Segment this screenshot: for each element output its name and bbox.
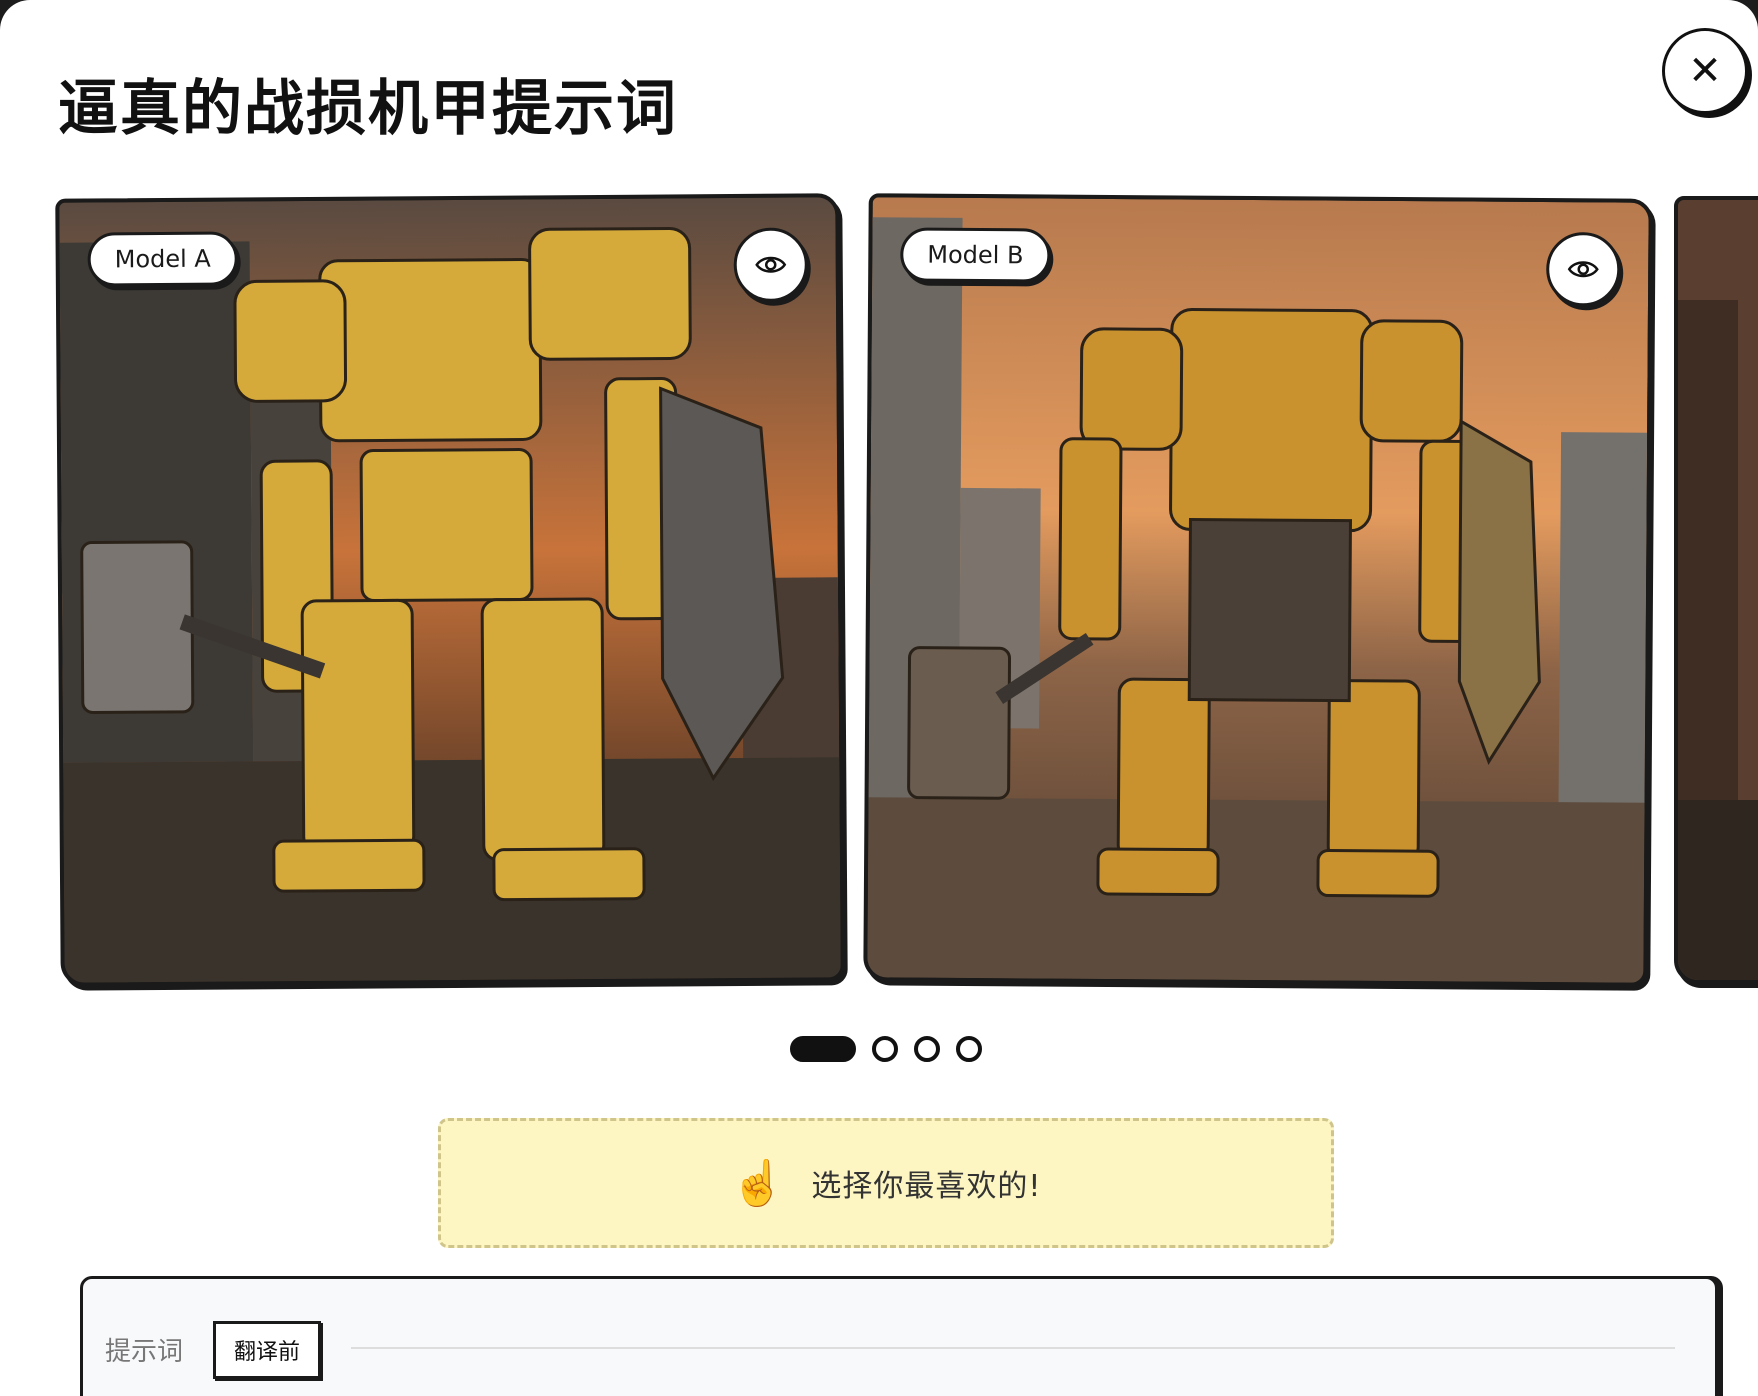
model-label-badge: Model B [900,227,1051,283]
pagination-dot[interactable] [872,1036,898,1062]
model-a-image [59,197,841,983]
image-carousel[interactable]: Model A Model B [0,193,1758,987]
pagination-dot-active[interactable] [790,1036,856,1062]
modal-title: 逼真的战损机甲提示词 [58,74,678,144]
model-c-image [1678,200,1758,980]
choose-favorite-hint: ☝️ 选择你最喜欢的! [438,1118,1334,1248]
prompt-panel: 提示词 翻译前 [80,1276,1718,1396]
close-button[interactable]: ✕ [1662,28,1748,114]
translate-toggle-button[interactable]: 翻译前 [213,1321,322,1379]
close-icon: ✕ [1688,48,1722,94]
model-b-image [867,197,1649,983]
pagination-dot[interactable] [956,1036,982,1062]
model-c-card[interactable] [1674,196,1758,984]
prompt-label: 提示词 [105,1337,184,1367]
pagination-dot[interactable] [914,1036,940,1062]
eye-icon [755,256,787,273]
prompt-modal: 逼真的战损机甲提示词 ✕ Model A Model B ☝️ 选择你最喜欢的!… [0,0,1758,1396]
model-label-badge: Model A [87,231,238,287]
model-b-card[interactable]: Model B [863,193,1653,987]
eye-icon [1567,261,1599,278]
preview-button[interactable] [733,227,808,303]
model-a-card[interactable]: Model A [55,193,845,987]
preview-button[interactable] [1545,232,1621,307]
pointing-up-icon: ☝️ [730,1158,786,1209]
hint-text: 选择你最喜欢的! [811,1169,1042,1204]
divider [351,1347,1675,1349]
carousel-pagination [790,1036,982,1062]
